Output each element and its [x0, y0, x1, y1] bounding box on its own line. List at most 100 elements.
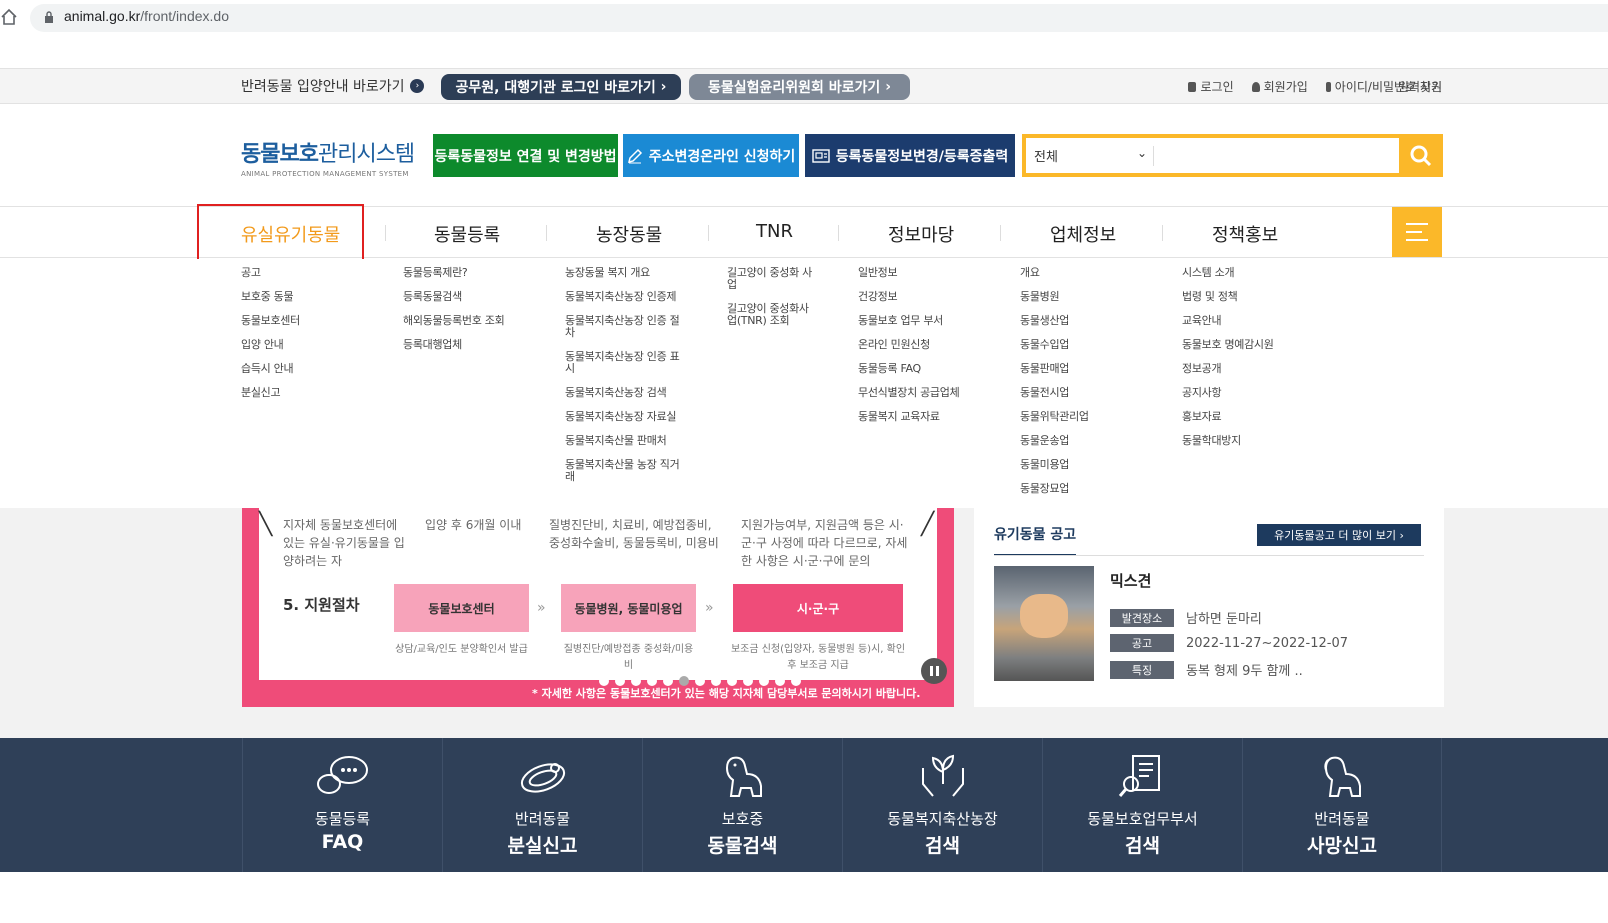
certificate-button[interactable]: 등록동물정보변경/등록증출력 — [805, 134, 1015, 177]
menu-item[interactable]: 동물복지축산농장 검색 — [565, 387, 687, 399]
menu-column-policy: 시스템 소개 법령 및 정책 교육안내 동물보호 명예감시원 정보공개 공지사항… — [1182, 267, 1274, 459]
menu-item[interactable]: 동물장묘업 — [1020, 483, 1089, 495]
menu-item[interactable]: 길고양이 중성화 사업 — [727, 267, 813, 291]
menu-item[interactable]: 동물등록제란? — [403, 267, 504, 279]
menu-item[interactable]: 개요 — [1020, 267, 1089, 279]
menu-item[interactable]: 동물위탁관리업 — [1020, 411, 1089, 423]
period-text: 입양 후 6개월 이내 — [425, 518, 522, 532]
menu-item[interactable]: 동물판매업 — [1020, 363, 1089, 375]
menu-item[interactable]: 동물병원 — [1020, 291, 1089, 303]
menu-item[interactable]: 동물생산업 — [1020, 315, 1089, 327]
search-button[interactable] — [1399, 134, 1443, 177]
menu-item[interactable]: 건강정보 — [858, 291, 959, 303]
animal-name[interactable]: 믹스견 — [1110, 570, 1151, 591]
menu-item[interactable]: 습득시 안내 — [241, 363, 300, 375]
menu-item[interactable]: 홍보자료 — [1182, 411, 1274, 423]
menu-item[interactable]: 동물미용업 — [1020, 459, 1089, 471]
menu-item[interactable]: 동물등록 FAQ — [858, 363, 959, 375]
menu-item[interactable]: 교육안내 — [1182, 315, 1274, 327]
menu-item[interactable]: 정보공개 — [1182, 363, 1274, 375]
quick-link-lost-report[interactable]: 반려동물 분실신고 — [442, 738, 642, 872]
menu-column-business: 개요 동물병원 동물생산업 동물수입업 동물판매업 동물전시업 동물위탁관리업 … — [1020, 267, 1089, 507]
url-field[interactable] — [30, 4, 1608, 32]
menu-item[interactable]: 동물복지축산농장 인증제 — [565, 291, 687, 303]
search-scope-select[interactable]: 전체 ⌄ — [1034, 146, 1154, 166]
remote-support-link[interactable]: 원격지원 — [1398, 78, 1442, 95]
menu-item[interactable]: 일반정보 — [858, 267, 959, 279]
nav-item-tnr[interactable]: TNR — [756, 221, 793, 242]
menu-item[interactable]: 해외동물등록번호 조회 — [403, 315, 505, 327]
menu-item[interactable]: 동물수입업 — [1020, 339, 1089, 351]
menu-item[interactable]: 길고양이 중성화사업(TNR) 조회 — [727, 303, 813, 327]
address-change-button[interactable]: 주소변경온라인 신청하기 — [623, 134, 799, 177]
printer-icon — [812, 148, 830, 163]
more-notices-button[interactable]: 유기동물공고 더 많이 보기 › — [1257, 524, 1421, 546]
quick-link-protected-search[interactable]: 보호중 동물검색 — [642, 738, 842, 872]
quick-link-death-report[interactable]: 반려동물 사망신고 — [1242, 738, 1442, 872]
menu-item[interactable]: 동물복지축산농장 인증 절차 — [565, 315, 687, 339]
menu-item[interactable]: 동물복지축산물 농장 직거래 — [565, 459, 687, 483]
menu-item[interactable]: 동물학대방지 — [1182, 435, 1274, 447]
menu-item[interactable]: 시스템 소개 — [1182, 267, 1274, 279]
nav-divider — [385, 225, 386, 241]
nav-item-info[interactable]: 정보마당 — [888, 221, 954, 247]
next-slide-button[interactable]: ╱ — [921, 512, 934, 537]
menu-item[interactable]: 동물복지축산농장 인증 표시 — [565, 351, 687, 375]
nav-item-registration[interactable]: 동물등록 — [434, 221, 500, 247]
menu-item[interactable]: 법령 및 정책 — [1182, 291, 1274, 303]
menu-item[interactable]: 공지사항 — [1182, 387, 1274, 399]
registration-change-button[interactable]: 등록동물정보 연결 및 변경방법 — [433, 134, 618, 177]
nav-divider — [546, 225, 547, 241]
lock-icon — [45, 11, 53, 23]
step-box-city: 시·군·구 — [733, 584, 903, 632]
prev-slide-button[interactable]: ╲ — [259, 512, 272, 537]
menu-item[interactable]: 동물전시업 — [1020, 387, 1089, 399]
search-scope-value: 전체 — [1034, 150, 1058, 165]
quick-link-line1: 동물등록 — [314, 810, 371, 828]
nav-item-farm-animals[interactable]: 농장동물 — [596, 221, 662, 247]
menu-item[interactable]: 등록대행업체 — [403, 339, 504, 351]
signup-link[interactable]: 회원가입 — [1251, 78, 1308, 95]
nav-item-policy[interactable]: 정책홍보 — [1212, 221, 1278, 247]
quick-link-department-search[interactable]: 동물보호업무부서 검색 — [1042, 738, 1242, 872]
menu-item[interactable]: 공고 — [241, 267, 300, 279]
main-content: ╲ ╱ 지자체 동물보호센터에 있는 유실·유기동물을 입양하려는 자 입양 후… — [0, 508, 1608, 738]
menu-item[interactable]: 동물운송업 — [1020, 435, 1089, 447]
hands-plant-icon — [915, 754, 971, 798]
menu-item[interactable]: 동물보호센터 — [241, 315, 300, 327]
menu-item[interactable]: 보호중 동물 — [241, 291, 300, 303]
step-box-hospital: 동물병원, 동물미용업 — [561, 584, 696, 632]
banner-panel: ╲ ╱ 지자체 동물보호센터에 있는 유실·유기동물을 입양하려는 자 입양 후… — [259, 508, 947, 686]
login-label: 로그인 — [1200, 80, 1234, 94]
adopt-guide-link[interactable]: 반려동물 입양안내 바로가기 › — [241, 76, 425, 96]
animal-photo[interactable] — [994, 566, 1094, 681]
registration-change-label: 등록동물정보 연결 및 변경방법 — [434, 148, 617, 165]
menu-item[interactable]: 동물복지 교육자료 — [858, 411, 959, 423]
nav-divider — [1000, 225, 1001, 241]
menu-item[interactable]: 동물보호 업무 부서 — [858, 315, 959, 327]
home-icon[interactable] — [0, 8, 18, 26]
menu-item[interactable]: 온라인 민원신청 — [858, 339, 959, 351]
menu-item[interactable]: 동물복지축산농장 자료실 — [565, 411, 687, 423]
site-logo[interactable]: 동물보호관리시스템 ANIMAL PROTECTION MANAGEMENT S… — [241, 136, 415, 178]
login-link[interactable]: 로그인 — [1188, 78, 1234, 95]
menu-item[interactable]: 분실신고 — [241, 387, 300, 399]
nav-item-business[interactable]: 업체정보 — [1050, 221, 1116, 247]
all-menu-button[interactable] — [1392, 207, 1442, 257]
ethics-committee-button[interactable]: 동물실험윤리위원회 바로가기 › — [689, 74, 910, 100]
menu-item[interactable]: 입양 안내 — [241, 339, 300, 351]
menu-item[interactable]: 농장동물 복지 개요 — [565, 267, 687, 279]
quick-link-registration-faq[interactable]: 동물등록 FAQ — [242, 738, 442, 872]
menu-item[interactable]: 동물보호 명예감시원 — [1182, 339, 1274, 351]
menu-item[interactable]: 등록동물검색 — [403, 291, 504, 303]
adopt-guide-label: 반려동물 입양안내 바로가기 — [241, 79, 405, 95]
official-login-button[interactable]: 공무원, 대행기관 로그인 바로가기 › — [441, 74, 681, 100]
menu-item[interactable]: 동물복지축산물 판매처 — [565, 435, 687, 447]
step-note-city: 보조금 신청(입양자, 동물병원 등)시, 확인 후 보조금 지급 — [730, 644, 906, 671]
menu-item[interactable]: 무선식별장치 공급업체 — [858, 387, 960, 399]
lock-icon — [1188, 81, 1197, 92]
pause-button[interactable] — [921, 658, 947, 684]
quick-link-line2: 분실신고 — [507, 835, 578, 857]
quick-link-farm-search[interactable]: 동물복지축산농장 검색 — [842, 738, 1042, 872]
search-input[interactable] — [1162, 144, 1392, 168]
